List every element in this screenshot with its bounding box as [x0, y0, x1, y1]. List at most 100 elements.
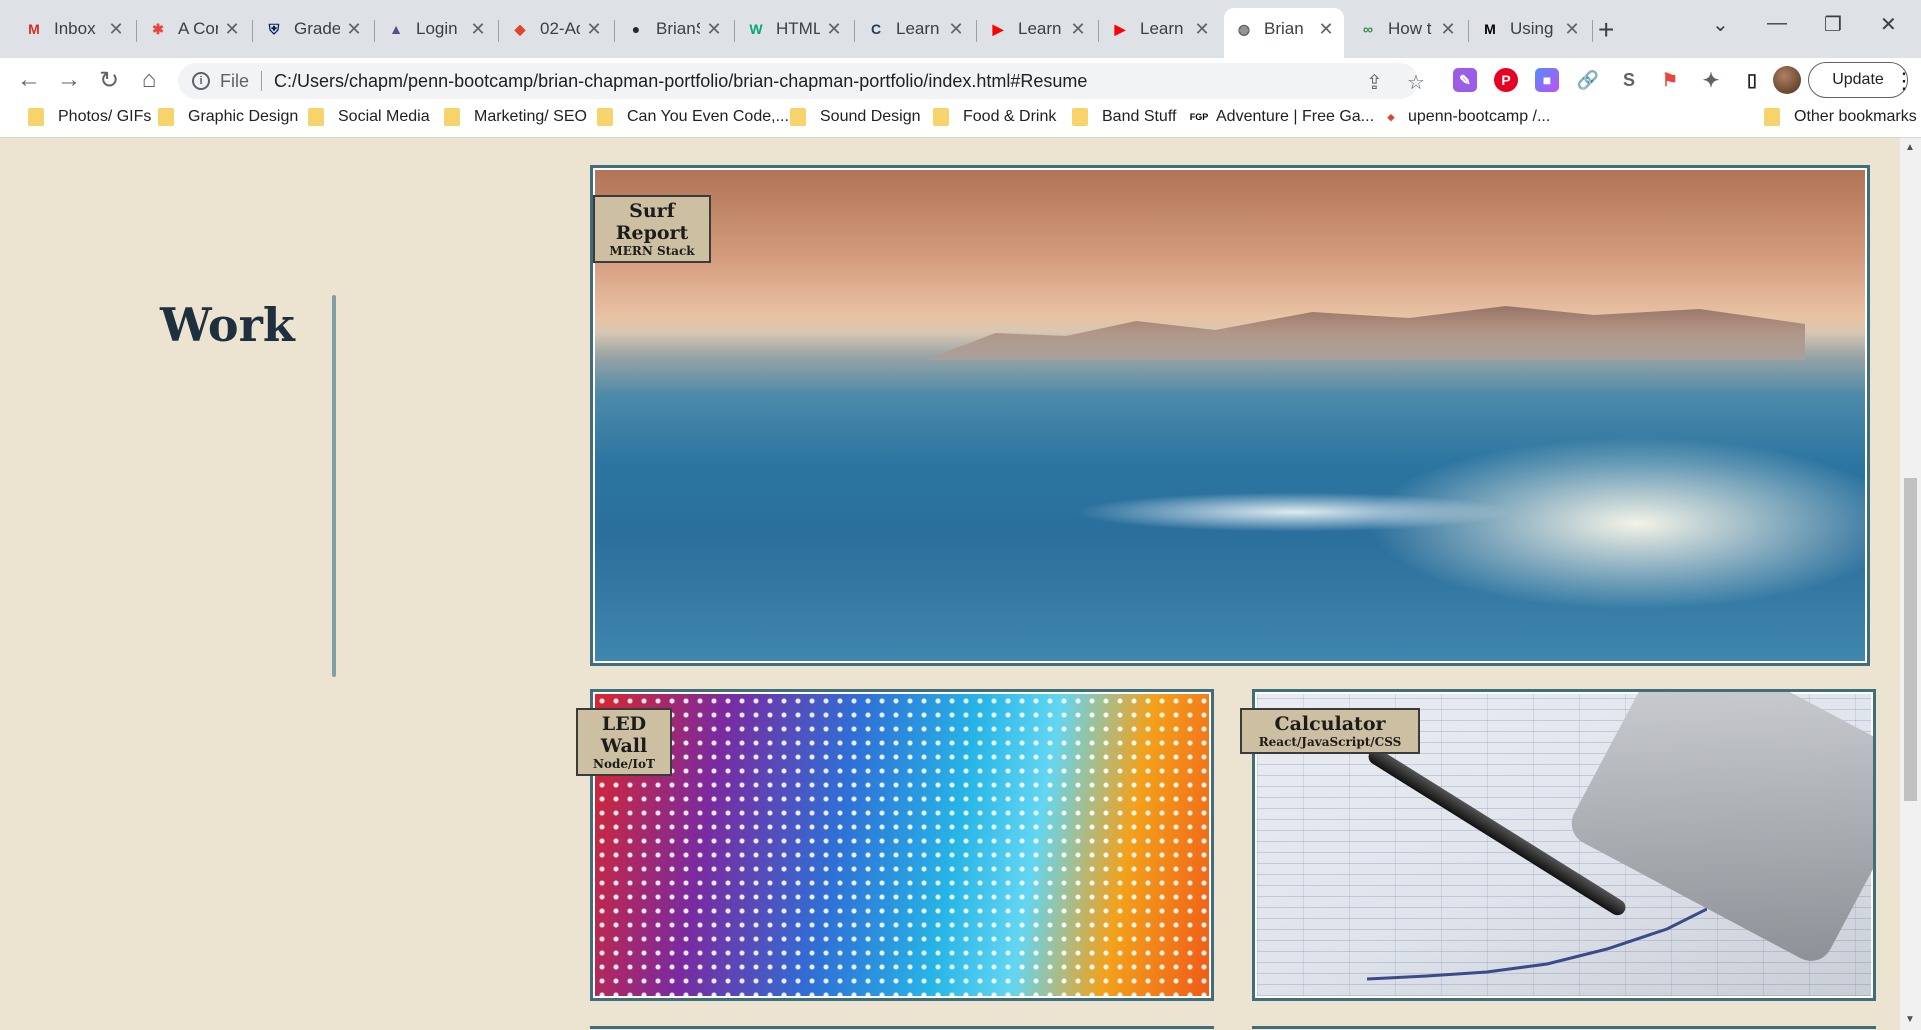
penn-shield-icon: ⛨: [268, 20, 280, 37]
bookmark-label: Marketing/ SEO: [474, 108, 587, 125]
tab[interactable]: ▲ Login ✕: [376, 8, 496, 50]
extensions-puzzle-icon[interactable]: ✦: [1699, 68, 1723, 92]
work-heading: Work: [160, 298, 295, 352]
tab-close-icon[interactable]: ✕: [1318, 19, 1334, 40]
bookmark-item[interactable]: ◆ upenn-bootcamp /...: [1382, 108, 1551, 126]
home-icon[interactable]: ⌂: [134, 66, 164, 94]
tab[interactable]: M Using ✕: [1470, 8, 1590, 50]
work-divider: [332, 295, 336, 677]
tab-close-icon[interactable]: ✕: [1070, 19, 1086, 40]
extension-s-icon[interactable]: S: [1617, 68, 1641, 92]
bookmark-label: Photos/ GIFs: [58, 108, 152, 125]
other-bookmarks[interactable]: Other bookmarks: [1764, 108, 1917, 126]
tab-close-icon[interactable]: ✕: [224, 19, 240, 40]
bookmark-item[interactable]: Food & Drink: [933, 108, 1056, 126]
led-wall-image: [595, 694, 1209, 996]
tab-close-icon[interactable]: ✕: [470, 19, 486, 40]
maximize-icon[interactable]: ❐: [1824, 12, 1842, 37]
tab-close-icon[interactable]: ✕: [1564, 19, 1580, 40]
tab-close-icon[interactable]: ✕: [586, 19, 602, 40]
tab-title: A Con: [178, 19, 218, 38]
browser-toolbar: ← → ↻ ⌂ i File C:/Users/chapm/penn-bootc…: [0, 58, 1921, 102]
tab-close-icon[interactable]: ✕: [346, 19, 362, 40]
tab-close-icon[interactable]: ✕: [1440, 19, 1456, 40]
scrollbar-thumb[interactable]: [1904, 478, 1917, 801]
tab[interactable]: M Inbox ✕: [14, 8, 134, 50]
tab-title: Learn: [1018, 19, 1062, 38]
bookmark-label: Can You Even Code,...: [627, 108, 789, 125]
tab[interactable]: ◍ Brian ✕: [1224, 8, 1344, 58]
tab[interactable]: ⛨ Grade ✕: [254, 8, 372, 50]
tab-close-icon[interactable]: ✕: [108, 19, 124, 40]
pinterest-icon[interactable]: P: [1494, 68, 1518, 92]
new-tab-button[interactable]: +: [1598, 14, 1614, 46]
tab-close-icon[interactable]: ✕: [948, 19, 964, 40]
scroll-down-icon[interactable]: ▼: [1905, 1014, 1915, 1025]
bookmark-item[interactable]: Band Stuff: [1072, 108, 1176, 126]
share-icon[interactable]: ⇪: [1366, 70, 1383, 95]
site-info-icon[interactable]: i: [192, 72, 210, 90]
bookmark-item[interactable]: Can You Even Code,...: [597, 108, 789, 126]
tab-title: 02-Ad: [540, 19, 580, 38]
tab[interactable]: ◆ 02-Ad ✕: [500, 8, 612, 50]
close-window-icon[interactable]: ✕: [1880, 12, 1897, 37]
tab-title: Using: [1510, 19, 1554, 38]
next-project-card-edge: [1252, 1026, 1876, 1030]
tab-separator: [614, 20, 615, 42]
tab-title: BrianS: [656, 19, 700, 38]
project-card-led-wall[interactable]: [590, 689, 1214, 1001]
tab[interactable]: W HTML ✕: [736, 8, 852, 50]
github-icon: ●: [631, 21, 641, 37]
tab[interactable]: C Learn ✕: [856, 8, 974, 50]
project-label[interactable]: Calculator React/JavaScript/CSS: [1240, 708, 1420, 754]
tab-separator: [136, 20, 137, 42]
gfg-icon: ∞: [1363, 21, 1373, 37]
address-divider: [261, 71, 263, 91]
bookmark-star-icon[interactable]: ☆: [1407, 70, 1425, 95]
tab-separator: [498, 20, 499, 42]
mountain-icon: ▲: [389, 21, 403, 37]
youtube-icon: ▶: [1114, 20, 1126, 37]
project-card-surf-report[interactable]: Surf Report MERN Stack: [590, 165, 1870, 666]
tab-close-icon[interactable]: ✕: [826, 19, 842, 40]
link-icon[interactable]: 🔗: [1576, 68, 1600, 92]
extension-color-icon[interactable]: ■: [1535, 68, 1559, 92]
scroll-up-icon[interactable]: ▲: [1905, 142, 1915, 153]
tab[interactable]: ✱ A Con ✕: [138, 8, 250, 50]
tab[interactable]: ▶ Learn ✕: [1100, 8, 1220, 50]
bookmark-item[interactable]: Graphic Design: [158, 108, 298, 126]
bookmark-item[interactable]: FGP Adventure | Free Ga...: [1190, 108, 1374, 126]
tab-close-icon[interactable]: ✕: [1194, 19, 1210, 40]
tab[interactable]: ● BrianS ✕: [616, 8, 732, 50]
bookmark-item[interactable]: Social Media: [308, 108, 430, 126]
project-stack: React/JavaScript/CSS: [1258, 735, 1402, 749]
extension-badge-icon[interactable]: ⚑: [1658, 68, 1682, 92]
wave-shape: [1035, 470, 1555, 540]
project-label[interactable]: LED Wall Node/IoT: [576, 708, 672, 776]
forward-icon[interactable]: →: [54, 66, 84, 94]
side-panel-icon[interactable]: ▯: [1740, 68, 1764, 92]
minimize-icon[interactable]: —: [1767, 12, 1787, 35]
tab-title: HTML: [776, 19, 820, 38]
profile-avatar[interactable]: [1773, 66, 1801, 94]
project-label[interactable]: Surf Report MERN Stack: [593, 195, 711, 263]
tab[interactable]: ∞ How t ✕: [1348, 8, 1466, 50]
tab[interactable]: ▶ Learn ✕: [978, 8, 1096, 50]
address-url[interactable]: C:/Users/chapm/penn-bootcamp/brian-chapm…: [274, 71, 1087, 92]
tab-separator: [1592, 20, 1593, 42]
tab-search-icon[interactable]: ⌄: [1712, 12, 1729, 37]
bookmark-item[interactable]: Photos/ GIFs: [28, 108, 151, 126]
bookmark-item[interactable]: Marketing/ SEO: [444, 108, 587, 126]
extension-purple-icon[interactable]: ✎: [1453, 68, 1477, 92]
tab-separator: [252, 20, 253, 42]
address-bar[interactable]: i File C:/Users/chapm/penn-bootcamp/bria…: [178, 63, 1418, 99]
bookmark-label: Adventure | Free Ga...: [1216, 108, 1375, 125]
tab-close-icon[interactable]: ✕: [706, 19, 722, 40]
page-scrollbar[interactable]: ▲ ▼: [1900, 138, 1921, 1030]
chart-line-shape: [1367, 907, 1707, 981]
back-icon[interactable]: ←: [14, 66, 44, 94]
reload-icon[interactable]: ↻: [94, 66, 124, 95]
bookmark-item[interactable]: Sound Design: [790, 108, 921, 126]
project-title: Surf Report: [615, 200, 689, 244]
menu-kebab-icon[interactable]: ⋮: [1893, 68, 1915, 94]
